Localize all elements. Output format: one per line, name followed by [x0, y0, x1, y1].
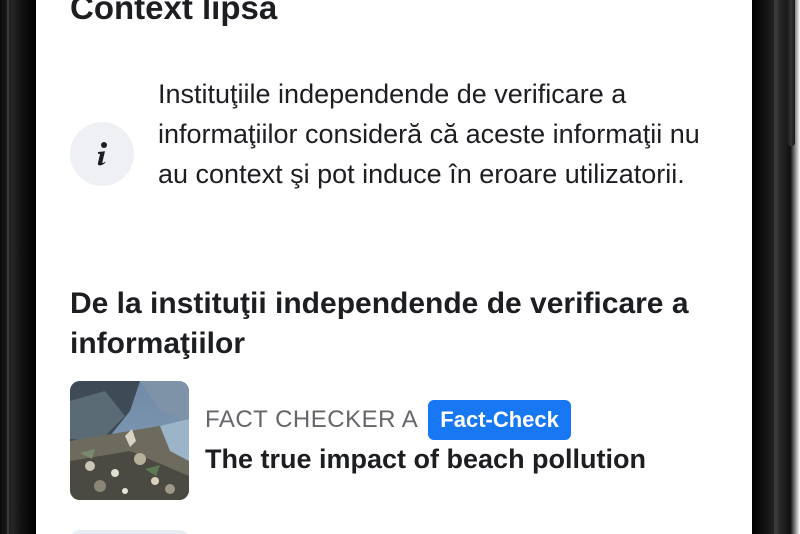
phone-bezel-left	[0, 0, 36, 534]
bottom-sheet: Context lipsa Instituţiile independende …	[36, 0, 752, 534]
article-source-line: FACT CHECKER A Fact-Check	[205, 400, 571, 440]
sheet-title: Context lipsa	[70, 0, 278, 26]
phone-side-button	[787, 0, 795, 146]
article-title[interactable]: The true impact of beach pollution	[205, 441, 745, 477]
fact-check-badge: Fact-Check	[428, 400, 571, 440]
phone-screenshot: Context lipsa Instituţiile independende …	[0, 0, 800, 534]
info-description: Instituţiile independende de verificare …	[158, 79, 700, 189]
next-article-thumbnail[interactable]	[70, 530, 189, 534]
article-item[interactable]: FACT CHECKER A Fact-Check The true impac…	[70, 381, 740, 501]
source-name: FACT CHECKER A	[205, 406, 419, 433]
article-thumbnail[interactable]	[70, 381, 189, 500]
phone-rim	[774, 0, 778, 534]
section-heading: De la instituţii independende de verific…	[70, 287, 689, 360]
info-icon	[70, 122, 134, 186]
